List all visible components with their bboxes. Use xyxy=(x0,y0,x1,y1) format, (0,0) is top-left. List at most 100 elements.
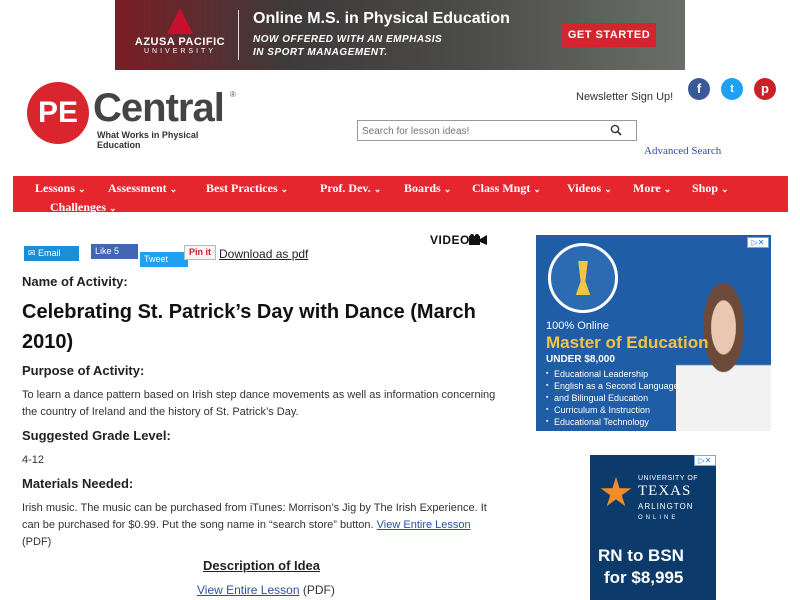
chevron-down-icon: ⌄ xyxy=(373,184,382,194)
nav-prof-dev[interactable]: Prof. Dev. ⌄ xyxy=(320,181,381,196)
lesson-title: Celebrating St. Patrick’s Day with Dance… xyxy=(22,301,476,353)
adchoices-close-icon[interactable]: ▷✕ xyxy=(747,237,769,248)
tweet-button[interactable]: Tweet xyxy=(140,252,188,267)
twitter-icon[interactable]: t xyxy=(721,78,743,100)
ace-bullet: Educational Leadership xyxy=(546,368,679,380)
nav-challenges[interactable]: Challenges ⌄ xyxy=(50,200,117,215)
nav-label: Prof. Dev. xyxy=(320,181,371,195)
nav-label: Assessment xyxy=(108,181,167,195)
uta-line-6: for $8,995 xyxy=(604,568,684,587)
apu-mark-icon xyxy=(167,8,193,34)
video-label[interactable]: VIDEO xyxy=(430,233,470,247)
materials-label: Materials Needed: xyxy=(22,476,134,491)
search-icon[interactable] xyxy=(610,124,622,136)
main-nav: Lessons ⌄ Assessment ⌄ Best Practices ⌄ Pro… xyxy=(13,176,788,215)
video-camera-icon[interactable] xyxy=(469,234,487,246)
uta-line-1: UNIVERSITY OF xyxy=(638,475,699,482)
nav-more[interactable]: More ⌄ xyxy=(633,181,671,196)
view-entire-lesson-link[interactable]: View Entire Lesson xyxy=(377,519,471,531)
uta-line-3: ARLINGTON xyxy=(638,502,694,511)
facebook-like-button[interactable]: Like 5 xyxy=(91,244,138,259)
ace-bullet: Educational Technology xyxy=(546,416,679,428)
azusa-pacific-logo: AZUSA PACIFIC UNIVERSITY xyxy=(125,8,235,64)
uta-line-4: ONLINE xyxy=(638,515,679,521)
ace-line-2: Master of Education xyxy=(546,333,709,352)
chevron-down-icon: ⌄ xyxy=(169,184,178,194)
nav-label: Videos xyxy=(567,181,602,195)
ad-subline-1: NOW OFFERED WITH AN EMPHASIS xyxy=(253,34,443,45)
email-share-button[interactable]: ✉ Email xyxy=(24,246,79,261)
ace-bullet: English as a Second Language xyxy=(546,380,679,392)
materials-text: Irish music. The music can be purchased … xyxy=(22,500,500,551)
nav-label: Class Mngt xyxy=(472,181,531,195)
ad-divider xyxy=(238,10,239,60)
nav-class-mngt[interactable]: Class Mngt ⌄ xyxy=(472,181,541,196)
uta-line-5: RN to BSN xyxy=(598,546,684,565)
search-input[interactable] xyxy=(358,122,598,141)
download-pdf-link[interactable]: Download as pdf xyxy=(219,247,308,261)
top-banner-ad[interactable]: AZUSA PACIFIC UNIVERSITY Online M.S. in … xyxy=(115,0,685,70)
pdf-note: (PDF) xyxy=(22,536,52,548)
chevron-down-icon: ⌄ xyxy=(663,184,672,194)
nav-assessment[interactable]: Assessment ⌄ xyxy=(108,181,177,196)
ad-headline: Online M.S. in Physical Education xyxy=(253,10,510,27)
ace-line-3: UNDER $8,000 xyxy=(546,354,615,365)
view-lesson-row: View Entire Lesson (PDF) xyxy=(197,583,335,597)
chevron-down-icon: ⌄ xyxy=(604,184,612,194)
logo-pe-badge: PE xyxy=(27,82,89,144)
nav-label: Challenges xyxy=(50,200,107,214)
like-label: Like 5 xyxy=(95,246,120,256)
description-heading: Description of Idea xyxy=(203,558,321,573)
name-of-activity-label: Name of Activity: xyxy=(22,274,128,289)
ad-subline-2: IN SPORT MANAGEMENT. xyxy=(253,47,388,58)
chevron-down-icon: ⌄ xyxy=(721,184,729,194)
uta-line-2: TEXAS xyxy=(638,483,692,499)
nav-videos[interactable]: Videos ⌄ xyxy=(567,181,612,196)
chevron-down-icon: ⌄ xyxy=(109,203,117,213)
uta-sidebar-ad[interactable]: UNIVERSITY OF TEXAS ARLINGTON ONLINE RN … xyxy=(590,455,716,600)
nav-best-practices[interactable]: Best Practices ⌄ xyxy=(206,181,288,196)
get-started-button[interactable]: GET STARTED xyxy=(562,23,656,47)
nav-label: More xyxy=(633,181,661,195)
logo-wordmark: Central xyxy=(93,86,225,130)
nav-boards[interactable]: Boards ⌄ xyxy=(404,181,451,196)
logo-tagline: What Works in Physical Education xyxy=(97,130,199,150)
nav-lessons[interactable]: Lessons ⌄ xyxy=(35,181,86,196)
ace-seal-logo xyxy=(548,243,618,313)
search-box xyxy=(357,120,637,141)
advanced-search-link[interactable]: Advanced Search xyxy=(644,145,721,157)
logo-registered-mark: ® xyxy=(230,90,236,99)
nav-label: Lessons xyxy=(35,181,76,195)
ace-bullet-list: Educational Leadership English as a Seco… xyxy=(546,368,679,428)
torch-icon xyxy=(575,261,591,295)
ace-line-1: 100% Online xyxy=(546,320,609,332)
pinterest-icon[interactable]: p xyxy=(754,78,776,100)
ad-photo xyxy=(676,283,771,431)
nav-shop[interactable]: Shop ⌄ xyxy=(692,181,729,196)
chevron-down-icon: ⌄ xyxy=(533,184,541,194)
tweet-label: Tweet xyxy=(144,254,169,264)
facebook-icon[interactable]: f xyxy=(688,78,710,100)
grade-level-value: 4-12 xyxy=(22,454,45,466)
grade-level-label: Suggested Grade Level: xyxy=(22,428,171,443)
apu-brand-sub: UNIVERSITY xyxy=(143,48,216,55)
chevron-down-icon: ⌄ xyxy=(280,184,289,194)
star-icon xyxy=(600,477,632,507)
chevron-down-icon: ⌄ xyxy=(78,184,86,194)
adchoices-close-icon[interactable]: ▷✕ xyxy=(694,455,716,466)
nav-label: Best Practices xyxy=(206,181,278,195)
purpose-text: To learn a dance pattern based on Irish … xyxy=(22,389,496,418)
nav-label: Boards xyxy=(404,181,441,195)
ace-sidebar-ad[interactable]: 100% Online Master of Education UNDER $8… xyxy=(536,235,771,431)
ace-bullet: Curriculum & Instruction xyxy=(546,404,679,416)
newsletter-signup-link[interactable]: Newsletter Sign Up! xyxy=(576,91,673,103)
nav-label: Shop xyxy=(692,181,719,195)
pe-central-logo[interactable]: PE Central ® What Works in Physical Educ… xyxy=(27,82,242,150)
email-label: Email xyxy=(38,248,61,258)
view-entire-lesson-link-2[interactable]: View Entire Lesson xyxy=(197,583,300,597)
purpose-label: Purpose of Activity: xyxy=(22,363,145,378)
apu-brand: AZUSA PACIFIC xyxy=(134,36,226,48)
pin-it-button[interactable]: Pin it xyxy=(184,245,216,260)
ace-bullet: and Bilingual Education xyxy=(546,392,679,404)
chevron-down-icon: ⌄ xyxy=(443,184,452,194)
